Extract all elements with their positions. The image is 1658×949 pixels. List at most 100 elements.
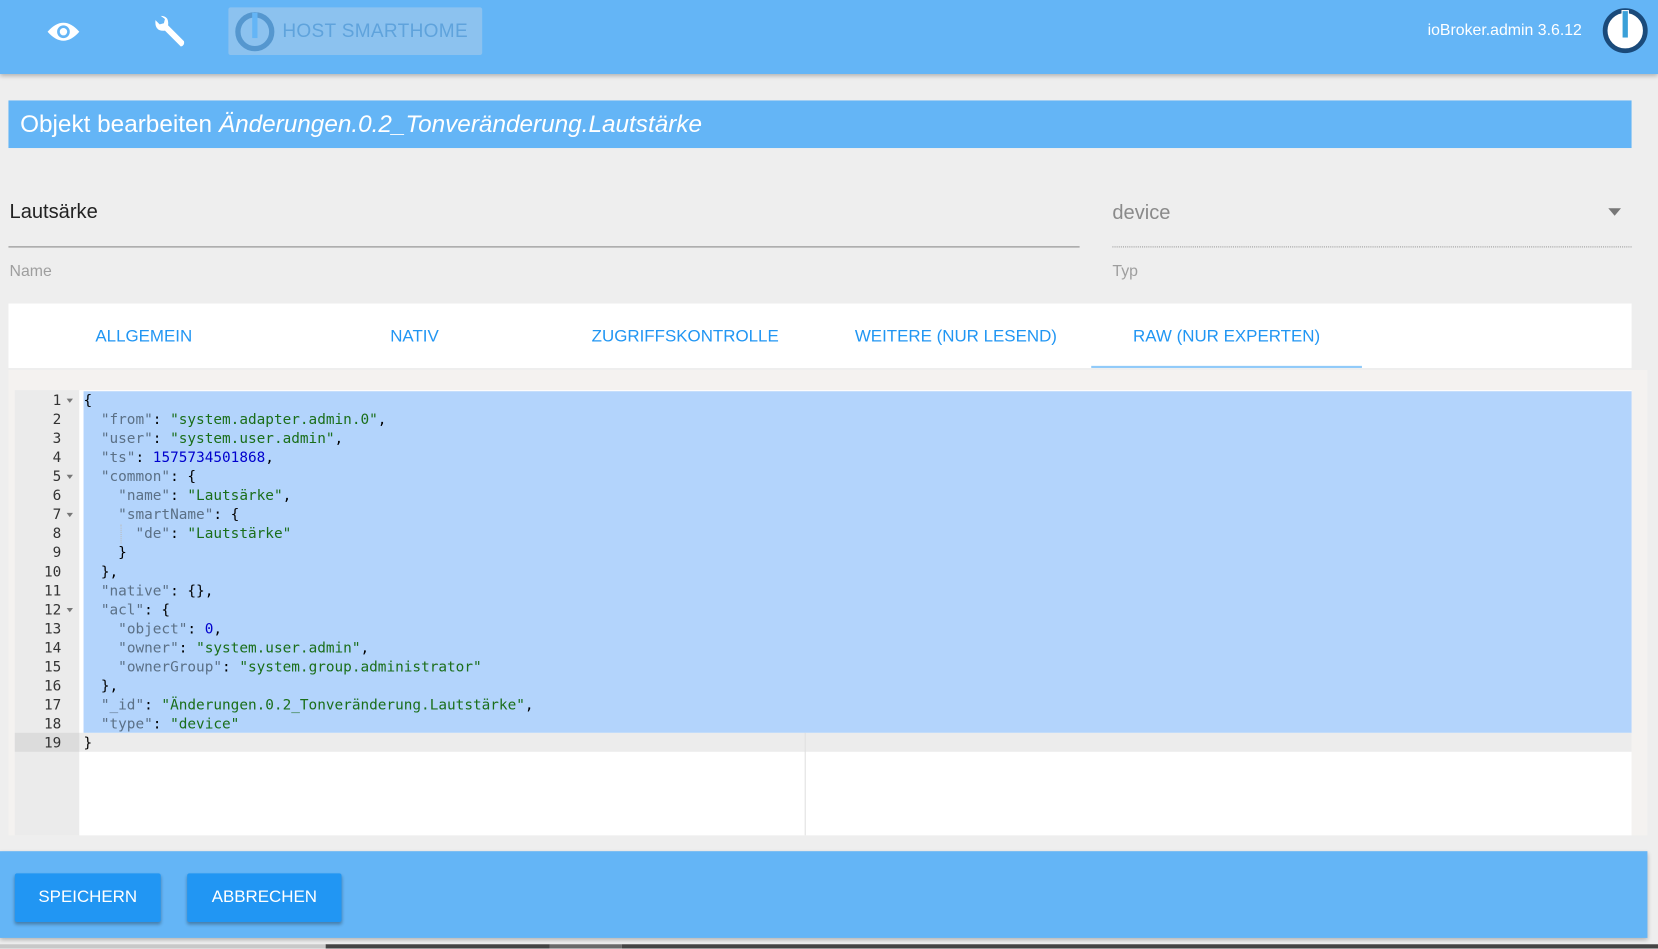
code-line: "smartName": { <box>84 505 240 524</box>
json-number: 0 <box>204 620 214 638</box>
json-punctuation: } <box>83 544 127 562</box>
print-margin <box>804 732 806 836</box>
title-object-id: Änderungen.0.2_Tonveränderung.Lautstärke <box>218 109 703 138</box>
json-string: "Lautstärke" <box>187 525 292 543</box>
json-punctuation: , <box>334 430 344 448</box>
json-punctuation <box>84 468 101 485</box>
tab-allgemein[interactable]: ALLGEMEIN <box>8 303 279 368</box>
cancel-button[interactable]: ABBRECHEN <box>187 873 342 923</box>
tab-raw[interactable]: RAW (NUR EXPERTEN) <box>1091 303 1362 368</box>
fold-toggle-icon[interactable] <box>66 608 73 613</box>
line-number: 3 <box>52 430 62 448</box>
type-label: Typ <box>1112 262 1138 281</box>
json-punctuation: : <box>152 411 171 429</box>
line-number: 10 <box>44 563 62 581</box>
code-line: "type": "device" <box>84 715 240 734</box>
taskbar-strip <box>325 944 550 949</box>
json-punctuation: { <box>83 392 93 410</box>
json-key: "common" <box>100 468 171 486</box>
json-punctuation <box>84 602 101 619</box>
json-punctuation <box>84 411 101 428</box>
json-punctuation <box>84 640 119 657</box>
code-line: "native": {}, <box>84 582 214 601</box>
line-number: 16 <box>44 677 62 695</box>
host-selector[interactable]: HOST SMARTHOME <box>228 7 483 55</box>
json-key: "type" <box>100 715 153 733</box>
code-line: }, <box>83 677 119 696</box>
code-line: "ownerGroup": "system.group.administrato… <box>84 658 481 677</box>
top-app-bar: HOST SMARTHOME ioBroker.admin 3.6.12 <box>0 0 1658 75</box>
fold-toggle-icon[interactable] <box>66 398 73 403</box>
code-line: "ts": 1575734501868, <box>84 448 274 467</box>
json-key: "ts" <box>100 449 136 467</box>
line-number: 1 <box>52 392 62 410</box>
fold-toggle-icon[interactable] <box>66 474 73 480</box>
type-select[interactable]: device <box>1112 202 1170 225</box>
save-button[interactable]: SPEICHERN <box>14 873 161 923</box>
line-number: 13 <box>44 620 62 638</box>
tab-zugriffskontrolle[interactable]: ZUGRIFFSKONTROLLE <box>550 303 821 368</box>
json-punctuation: : <box>152 715 171 733</box>
taskbar-strip <box>0 944 326 949</box>
line-number: 15 <box>44 658 62 676</box>
json-punctuation: , <box>524 696 534 714</box>
iobroker-logo[interactable] <box>1602 7 1649 59</box>
json-punctuation <box>84 449 101 466</box>
tab-bar: ALLGEMEIN NATIV ZUGRIFFSKONTROLLE WEITER… <box>8 303 1632 368</box>
eye-icon <box>47 22 80 41</box>
code-line: "object": 0, <box>84 620 222 639</box>
host-label: HOST SMARTHOME <box>282 20 468 42</box>
json-string: "Änderungen.0.2_Tonveränderung.Lautstärk… <box>161 696 525 714</box>
json-punctuation: : <box>135 449 153 467</box>
json-string: "device" <box>170 715 240 733</box>
json-punctuation: , <box>360 639 370 657</box>
code-line: { <box>84 391 93 410</box>
code-line: } <box>84 544 127 563</box>
tab-weitere[interactable]: WEITERE (NUR LESEND) <box>821 303 1092 368</box>
json-key: "smartName" <box>118 506 214 524</box>
json-punctuation: }, <box>83 563 119 581</box>
name-input[interactable]: Lautsärke <box>10 201 98 224</box>
line-number: 11 <box>44 582 62 600</box>
json-punctuation <box>84 430 101 447</box>
line-number: 8 <box>52 525 62 543</box>
json-punctuation: : <box>170 487 188 505</box>
taskbar-strip <box>621 944 1658 949</box>
json-punctuation <box>84 716 101 733</box>
json-punctuation: : {}, <box>170 582 214 600</box>
json-punctuation: : <box>170 525 188 543</box>
code-line: }, <box>83 563 119 582</box>
wrench-icon <box>155 15 185 47</box>
dialog-title: Objekt bearbeiten Änderungen.0.2_Tonverä… <box>8 100 1632 149</box>
tab-nativ[interactable]: NATIV <box>279 303 550 368</box>
json-key: "native" <box>100 582 171 600</box>
json-key: "object" <box>118 620 188 638</box>
json-punctuation: : <box>187 620 205 638</box>
json-punctuation: : <box>152 430 171 448</box>
json-punctuation <box>84 526 136 543</box>
json-number: 1575734501868 <box>152 449 266 467</box>
json-punctuation <box>84 506 119 523</box>
code-line: "common": { <box>84 467 196 486</box>
code-line: "de": "Lautstärke" <box>84 524 292 543</box>
json-key: "ownerGroup" <box>118 658 223 676</box>
json-punctuation: : <box>222 658 240 676</box>
json-punctuation: : <box>178 639 197 657</box>
json-string: "Lautsärke" <box>187 487 283 505</box>
iobroker-host-icon <box>235 11 275 51</box>
taskbar-strip <box>549 944 622 949</box>
chevron-down-icon[interactable] <box>1608 208 1621 216</box>
wrench-icon-button[interactable] <box>146 11 193 53</box>
json-string: "system.adapter.admin.0" <box>170 411 378 429</box>
json-punctuation: } <box>83 734 93 752</box>
json-punctuation: : { <box>213 506 240 524</box>
eye-icon-button[interactable] <box>40 11 87 53</box>
json-punctuation: }, <box>83 677 119 695</box>
fold-toggle-icon[interactable] <box>66 512 73 518</box>
json-punctuation <box>84 697 101 714</box>
json-punctuation: , <box>265 449 274 467</box>
json-key: "name" <box>118 487 171 505</box>
json-punctuation <box>84 583 101 600</box>
code-line: "from": "system.adapter.admin.0", <box>84 410 387 429</box>
json-punctuation <box>84 621 119 638</box>
